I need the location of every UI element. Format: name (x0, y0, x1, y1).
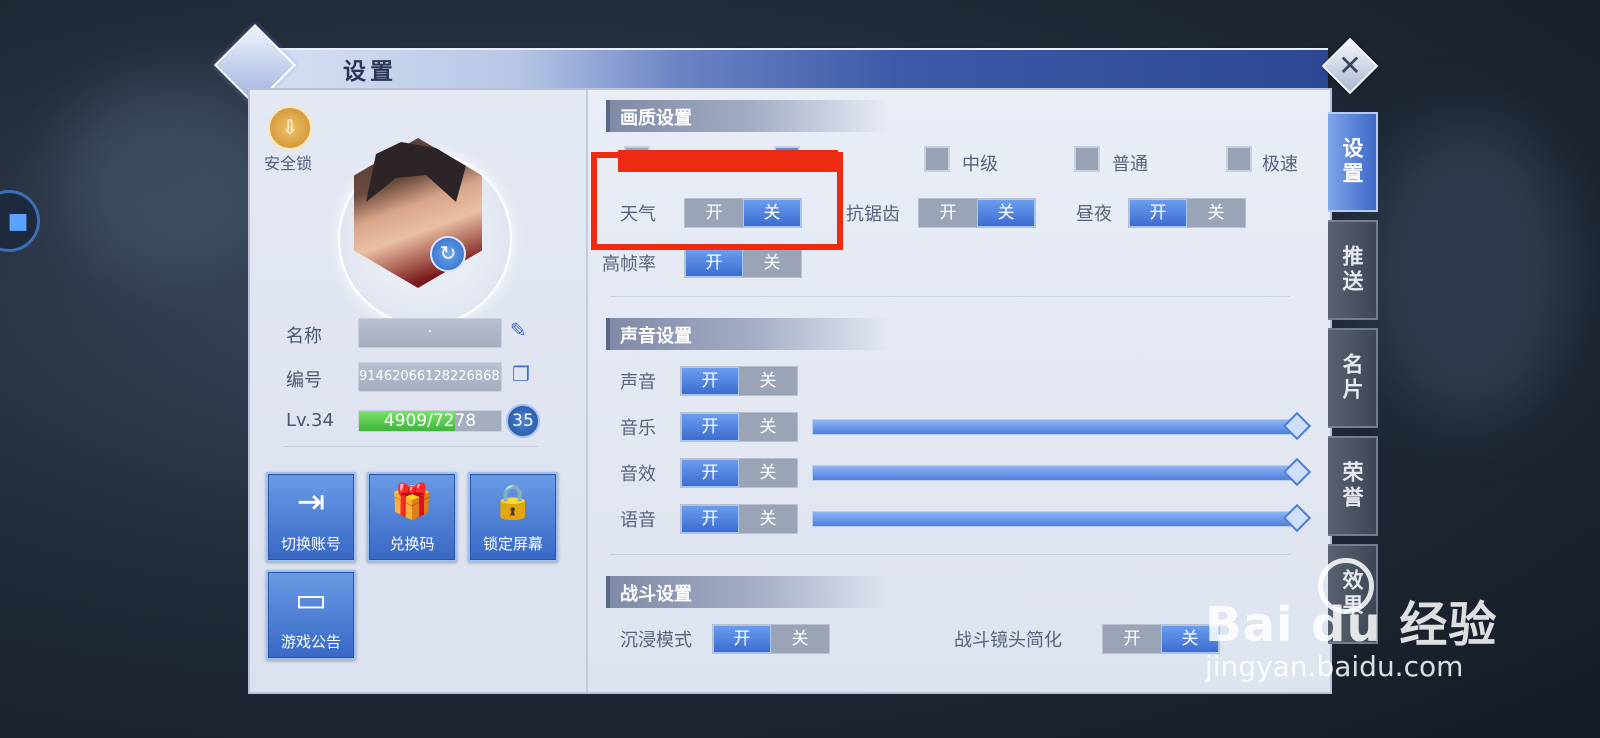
antialias-toggle[interactable]: 开 关 (918, 198, 1036, 228)
quality-fast-label: 极速 (1262, 154, 1298, 175)
immersive-on[interactable]: 开 (713, 625, 771, 653)
sfx-label: 音效 (620, 464, 656, 485)
highlight-annotation (591, 152, 843, 250)
change-avatar-icon[interactable]: ↻ (430, 236, 466, 272)
quality-normal-label: 普通 (1112, 154, 1148, 175)
tab-settings[interactable]: 设置 (1328, 112, 1378, 212)
graphics-section-header: 画质设置 (606, 100, 890, 132)
daynight-on[interactable]: 开 (1129, 199, 1187, 227)
immersive-off[interactable]: 关 (771, 625, 829, 653)
highfps-label: 高帧率 (602, 254, 656, 275)
camera-simplify-on[interactable]: 开 (1103, 625, 1161, 653)
tab-push[interactable]: 推送 (1328, 220, 1378, 320)
sound-toggle[interactable]: 开 关 (680, 366, 798, 396)
gift-icon: 🎁 (390, 482, 434, 522)
music-on[interactable]: 开 (681, 413, 739, 441)
battle-section-header: 战斗设置 (606, 576, 890, 608)
quality-normal-checkbox[interactable] (1074, 146, 1100, 172)
redeem-code-label: 兑换码 (389, 535, 435, 553)
close-button[interactable]: ✕ (1321, 37, 1379, 95)
antialias-on[interactable]: 开 (919, 199, 977, 227)
camera-simplify-toggle[interactable]: 开 关 (1102, 624, 1220, 654)
safety-lock-label: 安全锁 (263, 154, 312, 173)
daynight-label: 昼夜 (1076, 204, 1112, 225)
daynight-off[interactable]: 关 (1187, 199, 1245, 227)
profile-pane: ⇩ 安全锁 ↻ 名称 · ✎ 编号 914620661282268685 ❐ L… (250, 90, 588, 692)
copy-id-icon[interactable]: ❐ (512, 362, 530, 386)
sfx-volume-slider[interactable] (812, 457, 1312, 487)
background-blur (60, 80, 280, 280)
audio-section-header: 声音设置 (606, 318, 890, 350)
xp-text: 4909/7278 (383, 411, 477, 431)
background-blur (1370, 120, 1570, 420)
lock-screen-label: 锁定屏幕 (482, 535, 543, 553)
next-level-badge: 35 (506, 404, 540, 438)
sound-label: 声音 (620, 372, 656, 393)
voice-off[interactable]: 关 (739, 505, 797, 533)
sound-off[interactable]: 关 (739, 367, 797, 395)
name-label: 名称 (286, 326, 322, 347)
panel-title: 设置 (343, 58, 397, 85)
antialias-off[interactable]: 关 (977, 199, 1035, 227)
tab-honor[interactable]: 荣誉 (1328, 436, 1378, 536)
notice-board-icon: ▭ (294, 580, 328, 620)
sfx-slider-handle[interactable] (1282, 457, 1312, 487)
sfx-off[interactable]: 关 (739, 459, 797, 487)
immersive-toggle[interactable]: 开 关 (712, 624, 830, 654)
music-label: 音乐 (620, 418, 656, 439)
game-notice-label: 游戏公告 (280, 633, 341, 651)
music-slider-handle[interactable] (1282, 411, 1312, 441)
quality-medium-checkbox[interactable] (924, 146, 950, 172)
highfps-off[interactable]: 关 (743, 249, 801, 277)
switch-account-label: 切换账号 (280, 535, 341, 553)
id-label: 编号 (286, 370, 322, 391)
quality-medium-label: 中级 (962, 154, 998, 175)
divider (284, 446, 538, 447)
tab-namecard[interactable]: 名片 (1328, 328, 1378, 428)
lock-screen-icon: 🔒 (491, 482, 535, 522)
daynight-toggle[interactable]: 开 关 (1128, 198, 1246, 228)
redeem-code-button[interactable]: 🎁 兑换码 (367, 472, 457, 562)
quality-fast-checkbox[interactable] (1226, 146, 1252, 172)
sound-on[interactable]: 开 (681, 367, 739, 395)
sfx-on[interactable]: 开 (681, 459, 739, 487)
edit-name-icon[interactable]: ✎ (510, 318, 527, 342)
antialias-label: 抗锯齿 (846, 204, 900, 225)
background-map-icon: ■ (0, 190, 40, 252)
voice-label: 语音 (620, 510, 656, 531)
camera-simplify-label: 战斗镜头简化 (954, 630, 1062, 651)
id-field: 914620661282268685 (358, 362, 502, 392)
voice-on[interactable]: 开 (681, 505, 739, 533)
music-volume-slider[interactable] (812, 411, 1312, 441)
highfps-toggle[interactable]: 开 关 (684, 248, 802, 278)
close-icon: ✕ (1338, 49, 1362, 82)
immersive-label: 沉浸模式 (620, 630, 692, 651)
divider (610, 554, 1290, 555)
watermark-logo: Bai du 经验 (1205, 597, 1498, 653)
name-field: · (358, 318, 502, 348)
lock-screen-button[interactable]: 🔒 锁定屏幕 (468, 472, 558, 562)
watermark-url: jingyan.baidu.com (1205, 650, 1464, 683)
divider (610, 296, 1290, 297)
title-bar (248, 48, 1328, 90)
switch-account-icon: ⇥ (296, 482, 326, 522)
xp-bar: 4909/7278 (358, 410, 502, 432)
highfps-on[interactable]: 开 (685, 249, 743, 277)
voice-slider-handle[interactable] (1282, 503, 1312, 533)
game-notice-button[interactable]: ▭ 游戏公告 (266, 570, 356, 660)
sfx-toggle[interactable]: 开 关 (680, 458, 798, 488)
music-off[interactable]: 关 (739, 413, 797, 441)
switch-account-button[interactable]: ⇥ 切换账号 (266, 472, 356, 562)
level-label: Lv.34 (286, 410, 334, 431)
safety-lock-icon[interactable]: ⇩ (268, 106, 312, 150)
music-toggle[interactable]: 开 关 (680, 412, 798, 442)
voice-volume-slider[interactable] (812, 503, 1312, 533)
voice-toggle[interactable]: 开 关 (680, 504, 798, 534)
